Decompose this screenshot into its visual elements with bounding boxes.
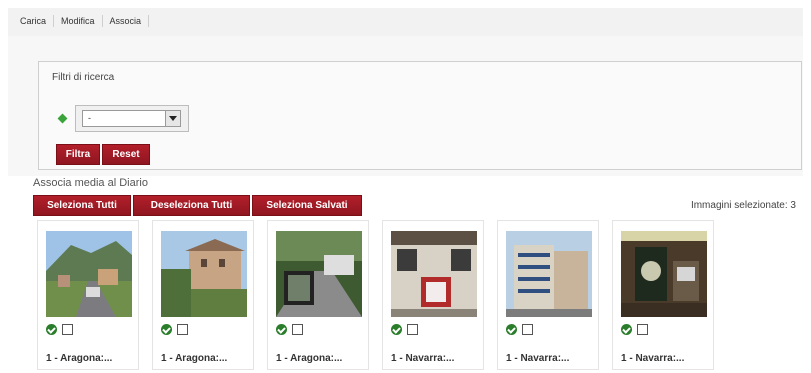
diamond-icon <box>57 113 68 124</box>
media-select-checkbox[interactable] <box>292 324 303 335</box>
media-actions <box>161 324 188 335</box>
top-toolbar: Carica Modifica Associa <box>8 8 803 37</box>
filtra-button[interactable]: Filtra <box>56 144 100 165</box>
chevron-down-icon[interactable] <box>165 111 180 126</box>
media-caption: 1 - Aragona:... <box>161 353 228 364</box>
tab-carica[interactable]: Carica <box>18 15 55 27</box>
filter-panel: Filtri di ricerca - Filtra Reset <box>38 61 802 170</box>
deselect-all-button[interactable]: Deseleziona Tutti <box>133 195 250 216</box>
select-all-button[interactable]: Seleziona Tutti <box>33 195 131 216</box>
media-card: 1 - Aragona:... <box>37 220 139 370</box>
media-caption: 1 - Navarra:... <box>506 353 570 364</box>
media-section-title: Associa media al Diario <box>33 177 148 189</box>
media-caption: 1 - Navarra:... <box>621 353 685 364</box>
media-actions <box>276 324 303 335</box>
selected-images-count: Immagini selezionate: 3 <box>690 200 796 211</box>
media-thumbnail[interactable] <box>276 231 362 317</box>
media-actions <box>621 324 648 335</box>
saved-check-icon <box>276 324 287 335</box>
media-card: 1 - Navarra:... <box>382 220 484 370</box>
select-saved-button[interactable]: Seleziona Salvati <box>252 195 362 216</box>
filter-select-wrapper: - <box>75 105 189 132</box>
filter-section: Filtri di ricerca - Filtra Reset <box>8 36 803 176</box>
tab-modifica[interactable]: Modifica <box>54 15 103 27</box>
media-thumbnail[interactable] <box>161 231 247 317</box>
media-actions <box>506 324 533 335</box>
media-actions <box>46 324 73 335</box>
media-select-checkbox[interactable] <box>522 324 533 335</box>
saved-check-icon <box>391 324 402 335</box>
media-thumbnail[interactable] <box>391 231 477 317</box>
saved-check-icon <box>621 324 632 335</box>
saved-check-icon <box>46 324 57 335</box>
media-card: 1 - Navarra:... <box>612 220 714 370</box>
media-select-checkbox[interactable] <box>177 324 188 335</box>
media-card: 1 - Aragona:... <box>267 220 369 370</box>
reset-button[interactable]: Reset <box>102 144 150 165</box>
saved-check-icon <box>161 324 172 335</box>
media-card: 1 - Navarra:... <box>497 220 599 370</box>
media-actions <box>391 324 418 335</box>
media-thumbnail[interactable] <box>621 231 707 317</box>
media-select-checkbox[interactable] <box>407 324 418 335</box>
media-select-checkbox[interactable] <box>62 324 73 335</box>
filter-select[interactable]: - <box>82 110 181 127</box>
media-card: 1 - Aragona:... <box>152 220 254 370</box>
filter-title: Filtri di ricerca <box>52 72 115 83</box>
media-select-checkbox[interactable] <box>637 324 648 335</box>
tab-bar: Carica Modifica Associa <box>18 15 150 27</box>
media-caption: 1 - Aragona:... <box>46 353 113 364</box>
filter-select-value: - <box>88 113 91 123</box>
media-caption: 1 - Aragona:... <box>276 353 343 364</box>
media-thumbnail[interactable] <box>506 231 592 317</box>
media-caption: 1 - Navarra:... <box>391 353 455 364</box>
media-thumbnail[interactable] <box>46 231 132 317</box>
tab-associa[interactable]: Associa <box>103 15 150 27</box>
saved-check-icon <box>506 324 517 335</box>
